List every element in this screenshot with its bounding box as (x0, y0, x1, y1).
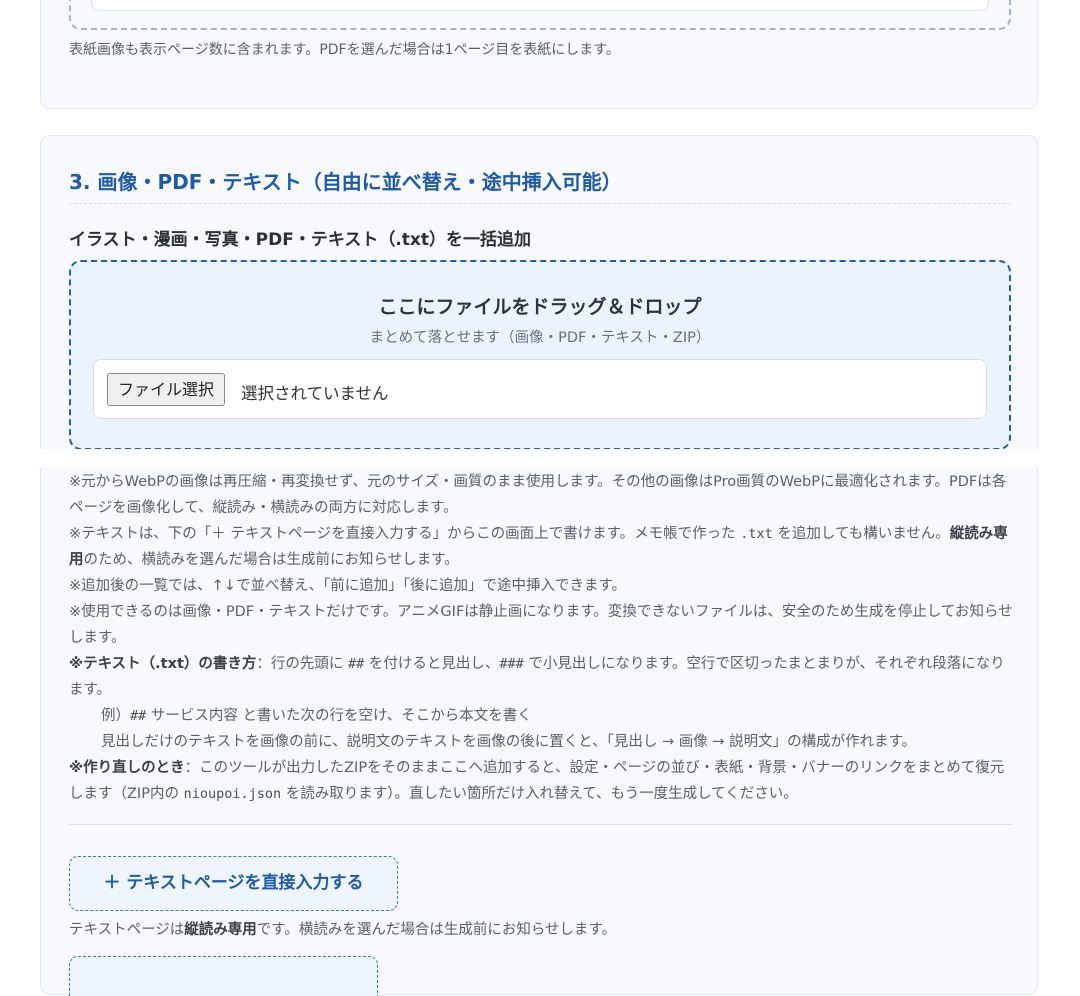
cover-note: 表紙画像も表示ページ数に含まれます。PDFを選んだ場合は1ページ目を表紙にします… (69, 42, 620, 58)
screenshot-seam (0, 449, 1080, 467)
note-example-2: 見出しだけのテキストを画像の前に、説明文のテキストを画像の後に置くと、「見出し … (101, 734, 917, 750)
add-text-page-button[interactable]: ＋ テキストページを直接入力する (69, 856, 398, 911)
note-txt-format: ※テキスト（.txt）の書き方：行の先頭に ## を付けると見出し、### で小… (69, 656, 1005, 698)
choose-file-button[interactable]: ファイル選択 (107, 373, 226, 406)
note-reorder: ※追加後の一覧では、↑↓で並べ替え、「前に追加」「後に追加」で途中挿入できます。 (69, 578, 626, 594)
dropzone-subtitle: まとめて落とせます（画像・PDF・テキスト・ZIP） (369, 330, 711, 346)
divider (69, 824, 1013, 825)
note-rebuild: ※作り直しのとき：このツールが出力したZIPをそのままここへ追加すると、設定・ペ… (69, 760, 1005, 802)
text-page-note: テキストページは縦読み専用です。横読みを選んだ場合は生成前にお知らせします。 (69, 922, 617, 938)
file-dropzone[interactable]: ここにファイルをドラッグ＆ドロップ まとめて落とせます（画像・PDF・テキスト・… (69, 260, 1011, 450)
note-webp: ※元からWebPの画像は再圧縮・再変換せず、元のサイズ・画質のまま使用します。そ… (69, 474, 1007, 516)
previous-section-card: 表紙画像も表示ページ数に含まれます。PDFを選んだ場合は1ページ目を表紙にします… (40, 0, 1038, 109)
usage-notes: ※元からWebPの画像は再圧縮・再変換せず、元のサイズ・画質のまま使用します。そ… (69, 469, 1015, 807)
note-example-1: 例）## サービス内容 と書いた次の行を空け、そこから本文を書く (101, 708, 532, 724)
next-button-partial[interactable] (69, 956, 378, 996)
dropzone-title: ここにファイルをドラッグ＆ドロップ (378, 296, 702, 318)
previous-file-input-box[interactable] (91, 0, 989, 11)
bulk-add-label: イラスト・漫画・写真・PDF・テキスト（.txt）を一括追加 (69, 230, 532, 250)
file-status-text: 選択されていません (241, 384, 389, 403)
section-title: 3. 画像・PDF・テキスト（自由に並べ替え・途中挿入可能） (69, 166, 1011, 204)
note-file-types: ※使用できるのは画像・PDF・テキストだけです。アニメGIFは静止画になります。… (69, 604, 1013, 646)
section3-card: 3. 画像・PDF・テキスト（自由に並べ替え・途中挿入可能） イラスト・漫画・写… (40, 135, 1038, 996)
file-input[interactable]: ファイル選択 選択されていません (93, 359, 987, 419)
note-text-input: ※テキストは、下の「＋ テキストページを直接入力する」からこの画面上で書けます。… (69, 526, 1008, 568)
previous-dropzone[interactable] (69, 0, 1011, 30)
